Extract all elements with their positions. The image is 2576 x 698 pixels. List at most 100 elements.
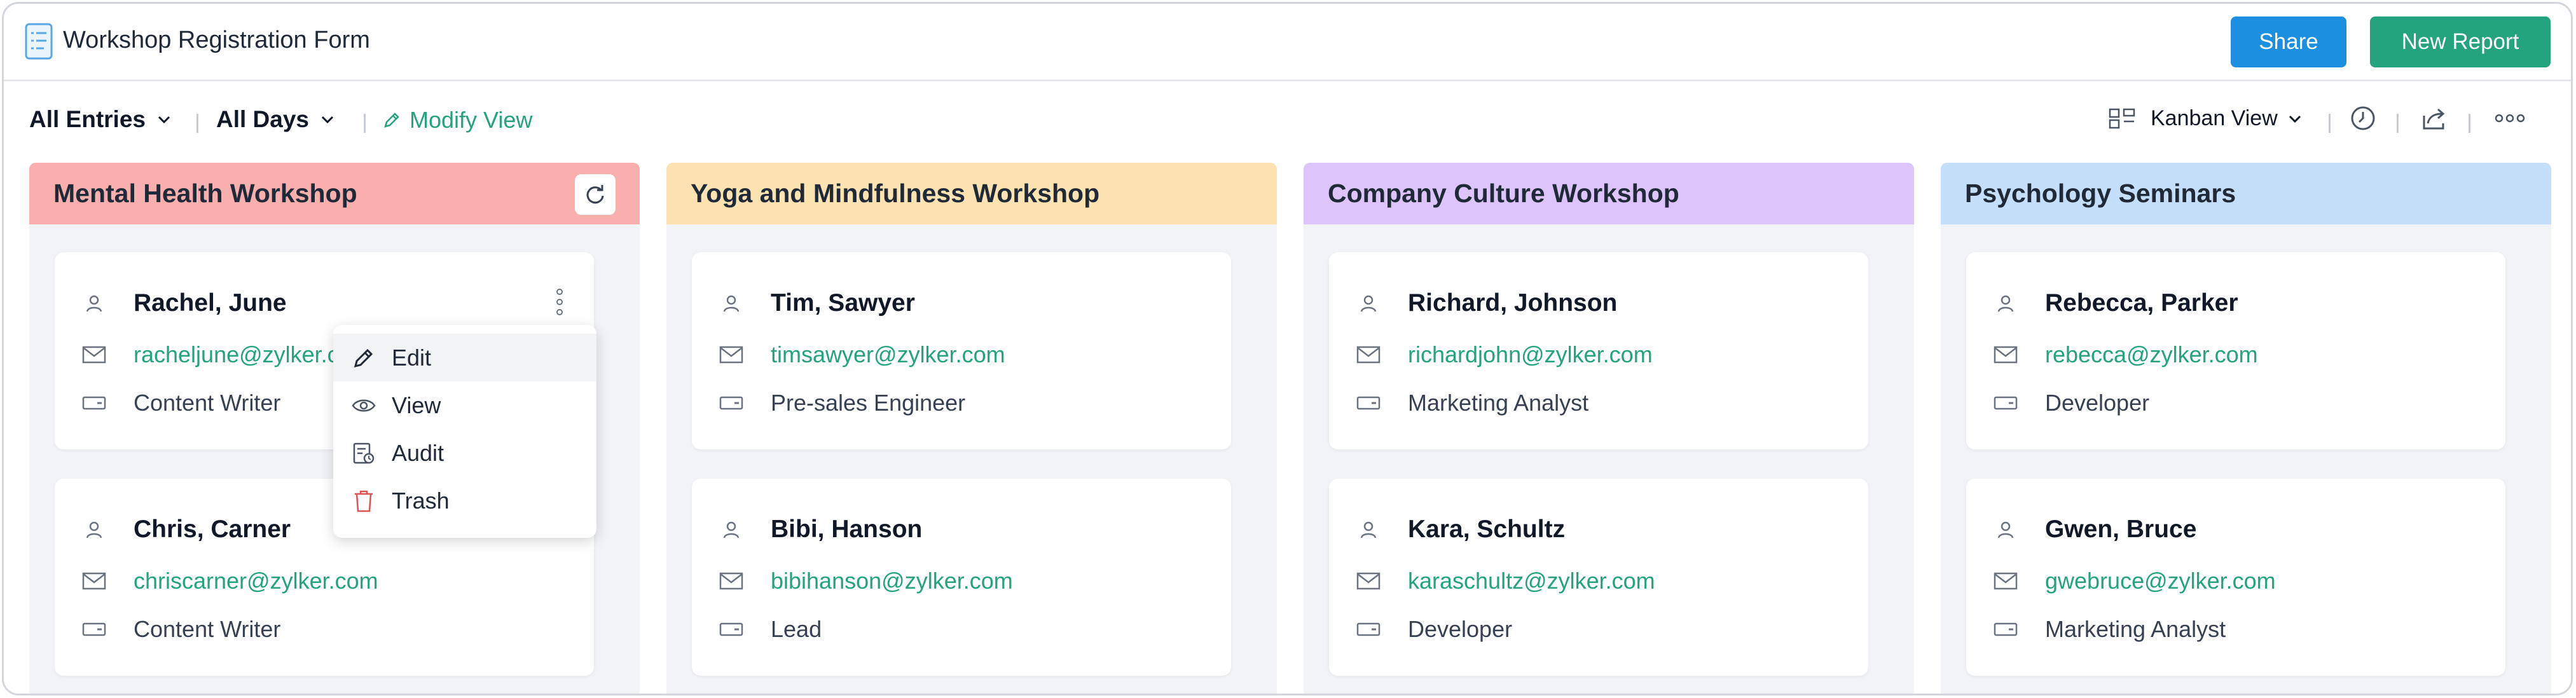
card-email-row: chriscarner@zylker.com [81, 568, 378, 594]
mail-icon [1993, 568, 2018, 594]
pencil-icon [384, 113, 399, 128]
toolbar-divider [2329, 114, 2331, 133]
column-header: Company Culture Workshop [1304, 163, 1914, 224]
user-icon [719, 291, 744, 316]
user-icon [1356, 291, 1381, 316]
card-name: Rebecca, Parker [2045, 289, 2238, 317]
more-vertical-icon [556, 289, 563, 315]
user-icon [81, 291, 107, 316]
mail-icon [719, 342, 744, 367]
entries-filter-label: All Entries [29, 106, 146, 132]
id-card-icon [1356, 390, 1381, 416]
mail-icon [1356, 342, 1381, 367]
card-role-row: Developer [1356, 616, 1512, 643]
more-options-button[interactable] [2494, 102, 2526, 134]
user-icon [1356, 517, 1381, 542]
toolbar-divider [196, 114, 198, 133]
user-icon [1993, 517, 2018, 542]
column-header: Psychology Seminars [1941, 163, 2551, 224]
card-name: Richard, Johnson [1408, 289, 1618, 317]
card-role: Content Writer [134, 390, 281, 416]
card-email[interactable]: bibihanson@zylker.com [771, 568, 1013, 594]
entry-card[interactable]: Tim, Sawyer timsawyer@zylker.com Pre-sal… [692, 252, 1231, 449]
share-button[interactable]: Share [2231, 17, 2346, 67]
chevron-down-icon [158, 116, 170, 124]
card-name-row: Tim, Sawyer [719, 289, 915, 317]
id-card-icon [719, 390, 744, 416]
card-role: Marketing Analyst [2045, 616, 2226, 642]
user-icon [1993, 291, 2018, 316]
app-window: Workshop Registration Form Share New Rep… [2, 2, 2573, 695]
chevron-down-icon [2289, 115, 2301, 123]
column-header: Mental Health Workshop [29, 163, 640, 224]
days-filter-dropdown[interactable]: All Days [216, 106, 336, 133]
card-name-row: Rebecca, Parker [1993, 289, 2238, 317]
column-header: Yoga and Mindfulness Workshop [666, 163, 1277, 224]
mail-icon [1993, 342, 2018, 367]
clock-icon [2351, 106, 2375, 130]
modify-view-label: Modify View [410, 107, 533, 133]
menu-item-view[interactable]: View [333, 381, 596, 429]
card-email-row: gwebruce@zylker.com [1993, 568, 2276, 594]
card-name: Tim, Sawyer [771, 289, 915, 317]
trash-icon [350, 487, 378, 515]
card-email[interactable]: richardjohn@zylker.com [1408, 341, 1653, 368]
entries-filter-dropdown[interactable]: All Entries [29, 106, 172, 133]
card-email[interactable]: chriscarner@zylker.com [134, 568, 378, 594]
toolbar-divider [2397, 114, 2399, 133]
entry-card[interactable]: Gwen, Bruce gwebruce@zylker.com Marketin… [1966, 479, 2505, 676]
card-email[interactable]: rebecca@zylker.com [2045, 341, 2258, 368]
card-name-row: Chris, Carner [81, 516, 291, 544]
card-role: Marketing Analyst [1408, 390, 1589, 416]
card-menu-button[interactable] [551, 283, 568, 321]
card-role: Lead [771, 616, 822, 642]
menu-item-label: Edit [392, 344, 432, 371]
days-filter-label: All Days [216, 106, 310, 132]
card-name-row: Gwen, Bruce [1993, 516, 2196, 544]
card-role-row: Lead [719, 616, 822, 643]
modify-view-link[interactable]: Modify View [382, 107, 532, 133]
history-button[interactable] [2347, 102, 2379, 134]
card-name: Chris, Carner [134, 516, 291, 543]
menu-item-label: Trash [392, 487, 450, 514]
menu-item-label: View [392, 392, 441, 418]
card-role: Developer [1408, 616, 1513, 642]
card-email-row: richardjohn@zylker.com [1356, 341, 1653, 368]
card-role-row: Pre-sales Engineer [719, 390, 965, 416]
card-name: Kara, Schultz [1408, 516, 1566, 543]
card-role: Pre-sales Engineer [771, 390, 966, 416]
card-email[interactable]: gwebruce@zylker.com [2045, 568, 2276, 594]
id-card-icon [81, 390, 107, 416]
column-title: Company Culture Workshop [1328, 179, 1679, 208]
menu-item-trash[interactable]: Trash [333, 477, 596, 524]
card-name: Gwen, Bruce [2045, 516, 2197, 543]
card-context-menu: Edit View Audit Trash [333, 325, 596, 538]
entry-card[interactable]: Rebecca, Parker rebecca@zylker.com Devel… [1966, 252, 2505, 449]
card-name-row: Bibi, Hanson [719, 516, 922, 544]
card-email-row: bibihanson@zylker.com [719, 568, 1013, 594]
view-mode-dropdown[interactable]: Kanban View [2109, 106, 2303, 131]
menu-item-audit[interactable]: Audit [333, 429, 596, 477]
eye-icon [350, 392, 378, 420]
card-email[interactable]: timsawyer@zylker.com [771, 341, 1005, 368]
user-icon [719, 517, 744, 542]
card-name-row: Rachel, June [81, 289, 287, 317]
card-name: Bibi, Hanson [771, 516, 923, 543]
menu-item-edit[interactable]: Edit [333, 334, 596, 381]
card-role: Developer [2045, 390, 2150, 416]
entry-card[interactable]: Bibi, Hanson bibihanson@zylker.com Lead [692, 479, 1231, 676]
card-name: Rachel, June [134, 289, 287, 317]
refresh-button[interactable] [575, 174, 616, 215]
kanban-column: Psychology Seminars Rebecca, Parker rebe… [1941, 163, 2551, 694]
pencil-icon [350, 344, 378, 372]
export-button[interactable] [2418, 102, 2450, 134]
column-title: Mental Health Workshop [53, 179, 357, 208]
mail-icon [81, 342, 107, 367]
id-card-icon [1356, 617, 1381, 642]
entry-card[interactable]: Richard, Johnson richardjohn@zylker.com … [1329, 252, 1868, 449]
card-role-row: Marketing Analyst [1993, 616, 2226, 643]
more-horizontal-icon [2495, 114, 2525, 123]
card-email[interactable]: karaschultz@zylker.com [1408, 568, 1655, 594]
entry-card[interactable]: Kara, Schultz karaschultz@zylker.com Dev… [1329, 479, 1868, 676]
new-report-button[interactable]: New Report [2370, 17, 2551, 67]
